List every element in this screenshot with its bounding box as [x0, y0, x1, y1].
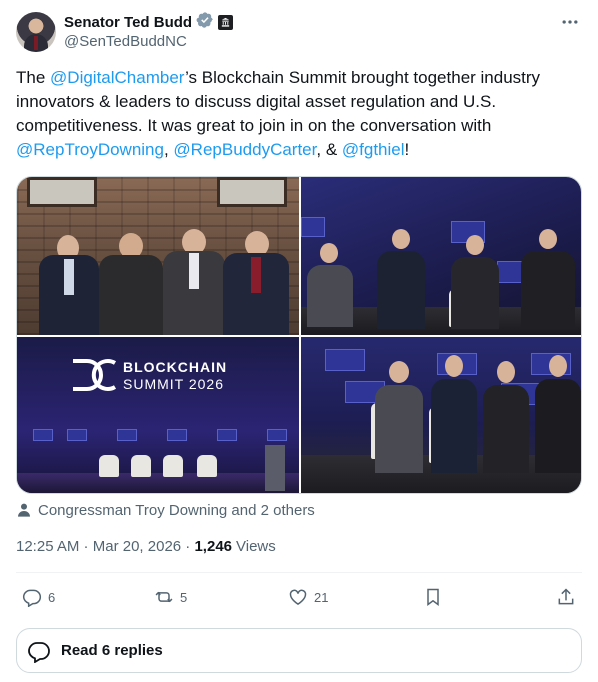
more-options-icon[interactable] [558, 12, 582, 32]
reply-icon [22, 589, 42, 607]
author-name-row: Senator Ted Budd [64, 11, 234, 34]
heart-icon [289, 589, 307, 605]
tweet-meta: 12:25 AM · Mar 20, 2026 · 1,246 Views [16, 536, 276, 556]
share-button[interactable] [556, 584, 576, 610]
meta-separator: · [79, 537, 93, 555]
tagged-people-text: Congressman Troy Downing and 2 others [38, 501, 315, 519]
views-label: Views [236, 537, 276, 555]
tweet-text-segment: , [163, 140, 174, 159]
summit-logo-line2: SUMMIT 2026 [123, 376, 224, 392]
mention-link[interactable]: @RepBuddyCarter [173, 140, 316, 159]
person-icon [18, 503, 30, 517]
author-handle[interactable]: @SenTedBuddNC [64, 33, 187, 50]
mention-link[interactable]: @fgthiel [342, 140, 405, 159]
reply-icon [28, 641, 50, 663]
reply-count: 6 [48, 589, 56, 605]
repost-icon [155, 591, 173, 603]
media-grid: BLOCKCHAIN SUMMIT 2026 [16, 176, 582, 494]
mention-link[interactable]: @DigitalChamber [50, 68, 185, 87]
photo-panel-discussion[interactable] [301, 177, 581, 335]
like-count: 21 [314, 589, 329, 605]
like-button[interactable]: 21 [288, 584, 328, 610]
tweet-time[interactable]: 12:25 AM [16, 538, 79, 555]
read-replies-label: Read 6 replies [61, 642, 163, 659]
reply-button[interactable]: 6 [22, 584, 55, 610]
photo-summit-stage[interactable]: BLOCKCHAIN SUMMIT 2026 [17, 337, 299, 493]
tweet-text-segment: The [16, 68, 51, 87]
photo-panel-closeup[interactable] [301, 337, 581, 493]
views-count: 1,246 [194, 537, 233, 555]
read-replies-button[interactable]: Read 6 replies [16, 628, 582, 673]
photo-group-portrait[interactable] [17, 177, 299, 335]
repost-count: 5 [180, 589, 188, 605]
blockchain-summit-logo-icon [73, 359, 117, 391]
government-affiliation-icon[interactable] [218, 14, 234, 30]
tagged-people[interactable]: Congressman Troy Downing and 2 others [16, 500, 315, 520]
divider [16, 572, 582, 573]
share-icon [558, 588, 574, 605]
repost-button[interactable]: 5 [154, 584, 187, 610]
tweet-text: The @DigitalChamber’s Blockchain Summit … [16, 66, 582, 162]
tweet-date[interactable]: Mar 20, 2026 [93, 538, 181, 555]
bookmark-icon [427, 588, 439, 606]
bookmark-button[interactable] [423, 584, 443, 610]
tweet-header: Senator Ted Budd @SenTedBuddNC [16, 11, 582, 56]
meta-separator: · [181, 537, 195, 555]
summit-logo-line1: BLOCKCHAIN [123, 359, 228, 375]
tweet-text-segment: ! [404, 140, 410, 159]
verified-badge-icon[interactable] [196, 11, 214, 34]
tweet-text-segment: , & [316, 140, 342, 159]
action-bar: 6 5 21 [16, 584, 582, 610]
author-display-name[interactable]: Senator Ted Budd [64, 14, 192, 31]
author-avatar[interactable] [16, 12, 56, 52]
mention-link[interactable]: @RepTroyDowning [16, 140, 164, 159]
